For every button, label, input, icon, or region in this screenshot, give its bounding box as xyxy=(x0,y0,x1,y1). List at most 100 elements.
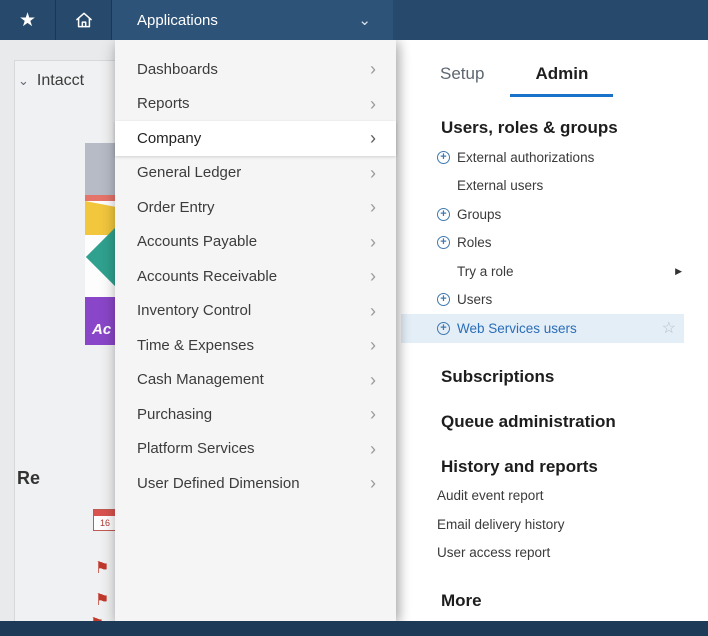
menu-item-cash-management[interactable]: Cash Management › xyxy=(115,363,396,398)
chevron-right-icon: › xyxy=(370,474,376,492)
favorite-star-icon[interactable]: ☆ xyxy=(662,318,676,338)
tab-setup[interactable]: Setup xyxy=(440,64,484,97)
menu-item-time-expenses[interactable]: Time & Expenses › xyxy=(115,328,396,363)
chevron-right-icon: › xyxy=(370,336,376,354)
menu-item-label: Reports xyxy=(137,95,190,112)
plus-circle-icon: + xyxy=(437,236,450,249)
favorites-nav-button[interactable]: ★ xyxy=(0,0,56,40)
collapse-chevron-icon[interactable]: ⌄ xyxy=(18,73,29,89)
flyout-tabs: Setup Admin xyxy=(396,40,708,97)
admin-flyout-panel: Setup Admin Users, roles & groups + Externa… xyxy=(396,40,708,621)
plus-circle-icon: + xyxy=(437,208,450,221)
flyout-item-web-services-users[interactable]: + Web Services users ☆ xyxy=(401,314,684,343)
plus-circle-icon: + xyxy=(437,151,450,164)
submenu-arrow-icon: ▶ xyxy=(675,266,682,277)
menu-item-label: Order Entry xyxy=(137,199,215,216)
flag-icon: ⚑ xyxy=(95,593,109,609)
menu-item-dashboards[interactable]: Dashboards › xyxy=(115,52,396,87)
menu-item-accounts-receivable[interactable]: Accounts Receivable › xyxy=(115,259,396,294)
flyout-item-audit-event-report[interactable]: Audit event report xyxy=(401,482,684,511)
chevron-right-icon: › xyxy=(370,95,376,113)
flyout-item-roles[interactable]: + Roles xyxy=(401,229,684,258)
screen: ⌄ Intacct Ac Re 16 ⚑ ⚑ ⚑ ★ Applications xyxy=(0,0,708,636)
star-icon: ★ xyxy=(19,11,36,30)
chevron-right-icon: › xyxy=(370,60,376,78)
section-heading-queue-administration[interactable]: Queue administration xyxy=(441,410,684,433)
flyout-item-label: Try a role xyxy=(457,264,514,279)
chevron-right-icon: › xyxy=(370,371,376,389)
chevron-right-icon: › xyxy=(370,267,376,285)
flyout-item-email-delivery-history[interactable]: Email delivery history xyxy=(401,510,684,539)
plus-circle-icon: + xyxy=(437,293,450,306)
applications-dropdown-menu: Dashboards›Reports›Company›General Ledge… xyxy=(115,40,396,621)
section-heading-users-roles-groups: Users, roles & groups xyxy=(441,116,684,139)
menu-item-label: User Defined Dimension xyxy=(137,475,300,492)
menu-item-inventory-control[interactable]: Inventory Control › xyxy=(115,294,396,329)
plus-icon-slot: + xyxy=(437,151,457,164)
chevron-right-icon: › xyxy=(370,440,376,458)
chevron-down-icon: ⌄ xyxy=(358,13,371,28)
flag-icon: ⚑ xyxy=(95,561,109,577)
flyout-item-label: External authorizations xyxy=(457,150,594,165)
flyout-item-external-users[interactable]: External users xyxy=(401,172,684,201)
flyout-item-user-access-report[interactable]: User access report xyxy=(401,539,684,568)
chevron-right-icon: › xyxy=(370,129,376,147)
home-icon xyxy=(74,10,94,30)
menu-item-general-ledger[interactable]: General Ledger › xyxy=(115,156,396,191)
flyout-item-users[interactable]: + Users xyxy=(401,286,684,315)
menu-item-label: Company xyxy=(137,130,201,147)
tab-admin[interactable]: Admin xyxy=(510,64,613,97)
bottom-bar xyxy=(0,621,708,636)
menu-item-label: Platform Services xyxy=(137,440,255,457)
menu-item-label: Accounts Payable xyxy=(137,233,257,250)
menu-item-label: Accounts Receivable xyxy=(137,268,277,285)
section-heading-subscriptions[interactable]: Subscriptions xyxy=(441,365,684,388)
chevron-right-icon: › xyxy=(370,164,376,182)
flyout-sections: Users, roles & groups + External authoriza… xyxy=(396,116,708,612)
plus-icon-slot: + xyxy=(437,322,457,335)
card-text: Ac xyxy=(92,321,111,338)
flyout-item-external-authorizations[interactable]: + External authorizations xyxy=(401,143,684,172)
flyout-item-label: Audit event report xyxy=(437,488,544,503)
chevron-right-icon: › xyxy=(370,233,376,251)
menu-item-purchasing[interactable]: Purchasing› xyxy=(115,397,396,432)
chevron-right-icon: › xyxy=(370,405,376,423)
menu-item-accounts-payable[interactable]: Accounts Payable › xyxy=(115,225,396,260)
calendar-icon: 16 xyxy=(93,509,117,531)
home-nav-button[interactable] xyxy=(56,0,112,40)
menu-item-label: Dashboards xyxy=(137,61,218,78)
chevron-right-icon: › xyxy=(370,302,376,320)
section-heading-history-and-reports: History and reports xyxy=(441,455,684,478)
section-heading-more[interactable]: More xyxy=(441,589,684,612)
menu-item-label: Time & Expenses xyxy=(137,337,254,354)
menu-item-platform-services[interactable]: Platform Services › xyxy=(115,432,396,467)
menu-item-label: Cash Management xyxy=(137,371,264,388)
flyout-item-label: External users xyxy=(457,178,543,193)
menu-item-company[interactable]: Company › xyxy=(115,121,396,156)
applications-label: Applications xyxy=(137,12,218,29)
menu-item-label: General Ledger xyxy=(137,164,241,181)
flyout-item-label: Email delivery history xyxy=(437,517,565,532)
flyout-item-label: Groups xyxy=(457,207,501,222)
plus-circle-icon: + xyxy=(437,322,450,335)
menu-item-order-entry[interactable]: Order Entry › xyxy=(115,190,396,225)
applications-menu-button[interactable]: Applications ⌄ xyxy=(112,0,393,40)
flyout-item-label: Web Services users xyxy=(457,321,577,336)
flyout-item-label: User access report xyxy=(437,545,550,560)
background-section-label: Re xyxy=(17,468,40,489)
flyout-item-label: Users xyxy=(457,292,492,307)
flyout-item-groups[interactable]: + Groups xyxy=(401,200,684,229)
dashboard-panel-title: Intacct xyxy=(37,72,84,90)
menu-item-user-defined-dimension[interactable]: User Defined Dimension › xyxy=(115,466,396,501)
flyout-item-try-a-role[interactable]: Try a role ▶ xyxy=(401,257,684,286)
plus-icon-slot: + xyxy=(437,293,457,306)
calendar-day: 16 xyxy=(94,516,116,530)
plus-icon-slot: + xyxy=(437,236,457,249)
top-navigation-bar: ★ Applications ⌄ xyxy=(0,0,708,40)
plus-icon-slot: + xyxy=(437,208,457,221)
menu-item-label: Inventory Control xyxy=(137,302,251,319)
menu-item-reports[interactable]: Reports › xyxy=(115,87,396,122)
chevron-right-icon: › xyxy=(370,198,376,216)
flyout-item-label: Roles xyxy=(457,235,492,250)
dashboard-panel-header[interactable]: ⌄ Intacct xyxy=(18,72,84,90)
